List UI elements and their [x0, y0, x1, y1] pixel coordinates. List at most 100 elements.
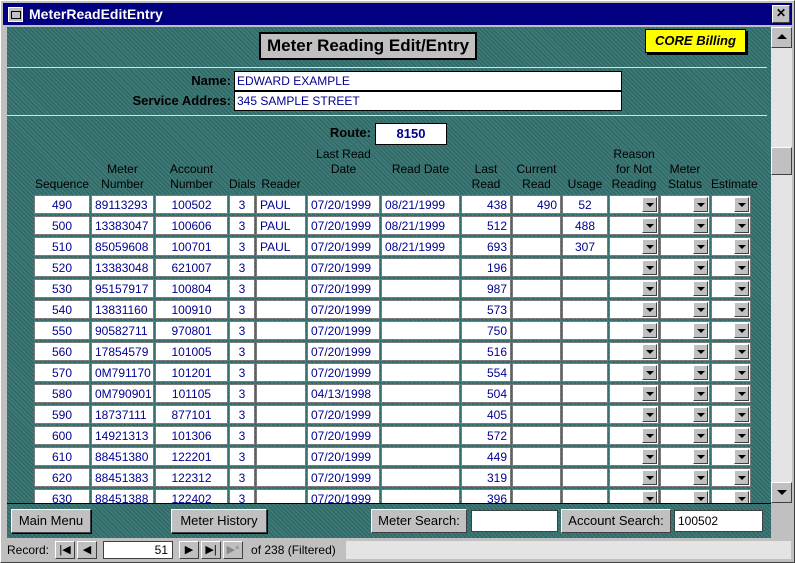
usage-cell[interactable] [562, 384, 608, 403]
chevron-down-icon[interactable] [693, 218, 708, 233]
estimate-dropdown[interactable] [711, 216, 751, 235]
account-cell[interactable]: 101306 [155, 426, 228, 445]
current-cell[interactable] [512, 237, 561, 256]
last-date-cell[interactable]: 07/20/1999 [307, 321, 380, 340]
last-date-cell[interactable]: 07/20/1999 [307, 342, 380, 361]
chevron-down-icon[interactable] [693, 428, 708, 443]
account-cell[interactable]: 877101 [155, 405, 228, 424]
reason-dropdown[interactable] [609, 342, 659, 361]
last-read-cell[interactable]: 449 [461, 447, 511, 466]
reader-cell[interactable] [256, 258, 306, 277]
last-date-cell[interactable]: 07/20/1999 [307, 195, 380, 214]
estimate-dropdown[interactable] [711, 447, 751, 466]
dials-cell[interactable]: 3 [229, 321, 255, 340]
chevron-down-icon[interactable] [642, 407, 657, 422]
current-cell[interactable] [512, 300, 561, 319]
current-cell[interactable] [512, 426, 561, 445]
reason-dropdown[interactable] [609, 468, 659, 487]
current-cell[interactable] [512, 258, 561, 277]
usage-cell[interactable] [562, 426, 608, 445]
reason-dropdown[interactable] [609, 363, 659, 382]
chevron-down-icon[interactable] [693, 239, 708, 254]
chevron-down-icon[interactable] [734, 197, 749, 212]
chevron-down-icon[interactable] [693, 365, 708, 380]
dials-cell[interactable]: 3 [229, 216, 255, 235]
last-record-icon[interactable]: ▶| [201, 541, 222, 559]
chevron-down-icon[interactable] [642, 197, 657, 212]
account-cell[interactable]: 100910 [155, 300, 228, 319]
chevron-down-icon[interactable] [642, 365, 657, 380]
estimate-dropdown[interactable] [711, 489, 751, 503]
reader-cell[interactable]: PAUL [256, 237, 306, 256]
usage-cell[interactable]: 488 [562, 216, 608, 235]
chevron-down-icon[interactable] [734, 218, 749, 233]
status-dropdown[interactable] [660, 363, 710, 382]
seq-cell[interactable]: 510 [34, 237, 90, 256]
next-record-icon[interactable]: ▶ [179, 541, 200, 559]
last-date-cell[interactable]: 07/20/1999 [307, 405, 380, 424]
dials-cell[interactable]: 3 [229, 447, 255, 466]
seq-cell[interactable]: 500 [34, 216, 90, 235]
last-read-cell[interactable]: 554 [461, 363, 511, 382]
seq-cell[interactable]: 590 [34, 405, 90, 424]
main-menu-button[interactable]: Main Menu [11, 509, 91, 533]
meter-cell[interactable]: 95157917 [91, 279, 154, 298]
estimate-dropdown[interactable] [711, 237, 751, 256]
meter-search-input[interactable] [471, 510, 558, 532]
read-date-cell[interactable]: 08/21/1999 [381, 216, 460, 235]
reader-cell[interactable] [256, 384, 306, 403]
read-date-cell[interactable] [381, 321, 460, 340]
estimate-dropdown[interactable] [711, 363, 751, 382]
last-date-cell[interactable]: 04/13/1998 [307, 384, 380, 403]
read-date-cell[interactable]: 08/21/1999 [381, 237, 460, 256]
status-dropdown[interactable] [660, 426, 710, 445]
reader-cell[interactable] [256, 489, 306, 503]
account-cell[interactable]: 970801 [155, 321, 228, 340]
chevron-down-icon[interactable] [693, 470, 708, 485]
account-cell[interactable]: 100502 [155, 195, 228, 214]
meter-cell[interactable]: 88451383 [91, 468, 154, 487]
chevron-down-icon[interactable] [693, 449, 708, 464]
chevron-down-icon[interactable] [693, 281, 708, 296]
meter-cell[interactable]: 0M790901 [91, 384, 154, 403]
usage-cell[interactable]: 52 [562, 195, 608, 214]
horizontal-scrollbar[interactable] [345, 541, 791, 559]
address-field[interactable]: 345 SAMPLE STREET [234, 91, 622, 111]
current-cell[interactable] [512, 489, 561, 503]
reader-cell[interactable] [256, 447, 306, 466]
last-read-cell[interactable]: 987 [461, 279, 511, 298]
estimate-dropdown[interactable] [711, 258, 751, 277]
dials-cell[interactable]: 3 [229, 195, 255, 214]
reader-cell[interactable] [256, 363, 306, 382]
dials-cell[interactable]: 3 [229, 468, 255, 487]
dials-cell[interactable]: 3 [229, 237, 255, 256]
meter-cell[interactable]: 17854579 [91, 342, 154, 361]
dials-cell[interactable]: 3 [229, 405, 255, 424]
chevron-down-icon[interactable] [734, 491, 749, 503]
usage-cell[interactable] [562, 489, 608, 503]
chevron-down-icon[interactable] [693, 197, 708, 212]
chevron-down-icon[interactable] [642, 260, 657, 275]
chevron-down-icon[interactable] [642, 449, 657, 464]
account-cell[interactable]: 122402 [155, 489, 228, 503]
last-date-cell[interactable]: 07/20/1999 [307, 426, 380, 445]
chevron-down-icon[interactable] [734, 281, 749, 296]
dials-cell[interactable]: 3 [229, 384, 255, 403]
usage-cell[interactable]: 307 [562, 237, 608, 256]
chevron-down-icon[interactable] [693, 344, 708, 359]
status-dropdown[interactable] [660, 195, 710, 214]
seq-cell[interactable]: 600 [34, 426, 90, 445]
last-read-cell[interactable]: 693 [461, 237, 511, 256]
status-dropdown[interactable] [660, 216, 710, 235]
meter-cell[interactable]: 13831160 [91, 300, 154, 319]
seq-cell[interactable]: 530 [34, 279, 90, 298]
last-read-cell[interactable]: 405 [461, 405, 511, 424]
last-date-cell[interactable]: 07/20/1999 [307, 279, 380, 298]
dials-cell[interactable]: 3 [229, 363, 255, 382]
dials-cell[interactable]: 3 [229, 279, 255, 298]
reader-cell[interactable]: PAUL [256, 216, 306, 235]
last-date-cell[interactable]: 07/20/1999 [307, 300, 380, 319]
seq-cell[interactable]: 520 [34, 258, 90, 277]
current-cell[interactable] [512, 468, 561, 487]
meter-cell[interactable]: 14921313 [91, 426, 154, 445]
